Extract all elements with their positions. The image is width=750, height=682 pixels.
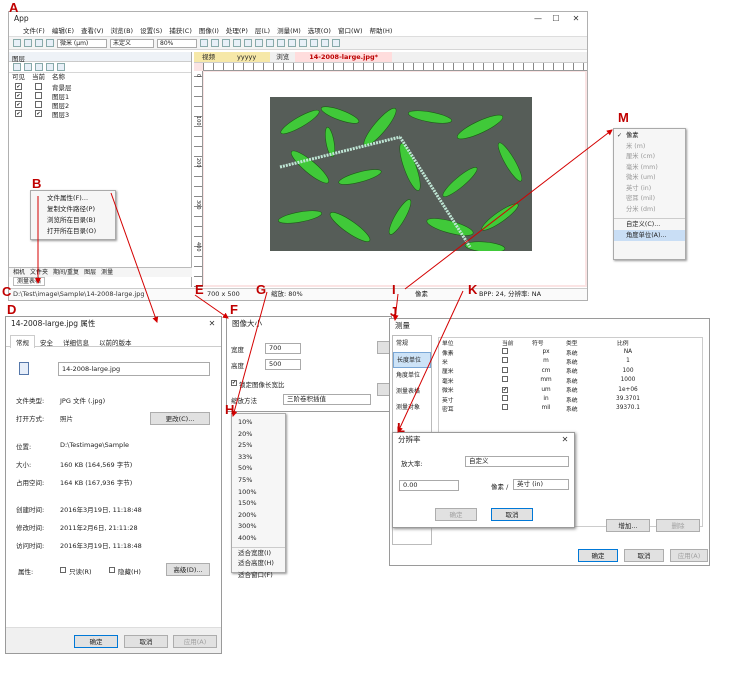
label-c: C: [2, 284, 12, 299]
label-a: A: [9, 0, 19, 15]
label-f: F: [230, 302, 238, 317]
label-h: H: [225, 402, 235, 417]
label-k: K: [468, 282, 478, 297]
label-d: D: [7, 302, 17, 317]
label-i: I: [392, 282, 396, 297]
annotation-arrows: [35, 129, 613, 433]
label-m: M: [618, 110, 629, 125]
label-g: G: [256, 282, 267, 297]
label-j: J: [390, 304, 398, 319]
label-e: E: [195, 282, 204, 297]
label-b: B: [32, 176, 42, 191]
label-l: L: [397, 420, 405, 435]
